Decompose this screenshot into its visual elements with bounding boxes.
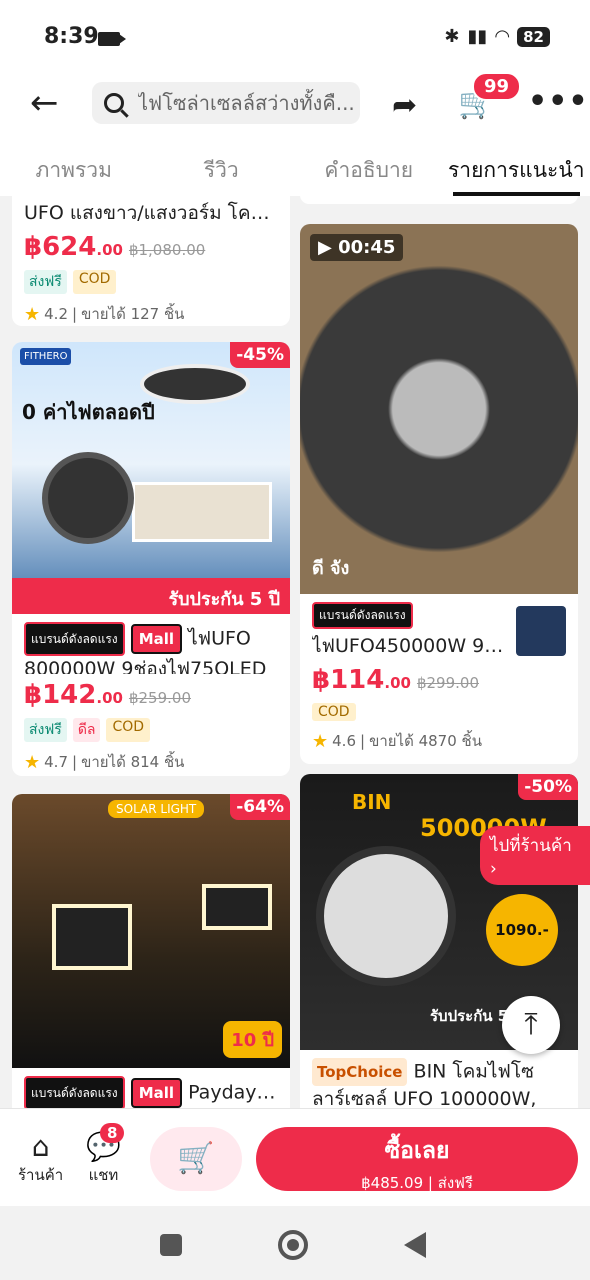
- cod-badge: COD: [312, 703, 356, 721]
- product-video[interactable]: ▶ 00:45 ดี จัง: [300, 224, 578, 594]
- warranty-badge: 10 ปี: [223, 1021, 282, 1058]
- product-title: TopChoice BIN โคมไฟโซลาร์เซลล์ UFO 10000…: [312, 1058, 566, 1108]
- deal-badge: ดีล: [72, 718, 101, 742]
- wifi-icon: ◠: [495, 26, 510, 47]
- product-card[interactable]: FITHERO 0 ค่าไฟตลอดปี รับประกัน 5 ปี -45…: [12, 342, 290, 776]
- product-card[interactable]: SOLAR LIGHT 10 ปี -64% แบรนด์ดังลดแรง Ma…: [12, 794, 290, 1108]
- tab-recommended[interactable]: รายการแนะนำ: [443, 138, 590, 196]
- product-image: FITHERO 0 ค่าไฟตลอดปี รับประกัน 5 ปี -45…: [12, 342, 290, 614]
- product-rating: ★ 4.7 | ขายได้ 814 ชิ้น: [24, 751, 185, 773]
- product-old-price: ฿1,080.00: [128, 241, 206, 259]
- lamp-shape: [202, 884, 272, 930]
- promo-text: 0 ค่าไฟตลอดปี: [22, 400, 155, 424]
- brand-text: BIN: [352, 790, 392, 814]
- solar-light-label: SOLAR LIGHT: [108, 800, 205, 818]
- lamp-shape: [52, 904, 132, 970]
- star-icon: ★: [24, 751, 41, 773]
- product-title: ไฟUFO450000W 9ช่...: [312, 635, 512, 657]
- star-icon: ★: [312, 730, 329, 752]
- discount-badge: -45%: [230, 342, 290, 368]
- cart-plus-icon: 🛒: [177, 1141, 215, 1176]
- chat-badge: 8: [100, 1123, 125, 1143]
- product-card[interactable]: ▶ 00:45 ดี จัง แบรนด์ดังลดแรง ไฟUFO45000…: [300, 224, 578, 764]
- cod-badge: COD: [106, 718, 151, 742]
- tab-bar: ภาพรวม รีวิว คำอธิบาย รายการแนะนำ: [0, 138, 590, 196]
- product-old-price: ฿299.00: [416, 674, 479, 692]
- product-price: ฿114.00: [312, 665, 411, 695]
- product-card[interactable]: BIN 500000W 1090.- รับประกัน 5 ปี -50% T…: [300, 774, 578, 1108]
- free-shipping-badge: ส่งฟรี: [24, 270, 67, 294]
- chat-label: แชท: [88, 1166, 119, 1184]
- search-input[interactable]: ไฟโซล่าเซลล์สว่างทั้งคื...: [92, 82, 360, 124]
- buy-now-button[interactable]: ซื้อเลย ฿485.09 | ส่งฟรี: [256, 1127, 578, 1192]
- lamp-shape: [140, 364, 250, 404]
- top-choice-tag: TopChoice: [312, 1058, 408, 1086]
- battery-icon: 82: [517, 26, 550, 47]
- product-title: แบรนด์ดังลดแรง Mall ไฟUFO 800000W 9ช่องไ…: [24, 622, 278, 674]
- lamp-shape: [42, 452, 134, 544]
- brand-sale-tag: แบรนด์ดังลดแรง: [24, 1076, 125, 1108]
- product-price: ฿142.00: [24, 680, 123, 710]
- signal-icon: ▮▮: [467, 26, 488, 47]
- warranty-banner: รับประกัน 5 ปี: [12, 578, 290, 614]
- discount-badge: -50%: [518, 774, 578, 800]
- product-image: SOLAR LIGHT 10 ปี -64%: [12, 794, 290, 1068]
- top-header: ← ไฟโซล่าเซลล์สว่างทั้งคื... ➦ 🛒 99 •••: [0, 72, 590, 138]
- product-thumbnail[interactable]: [516, 606, 566, 656]
- brand-sale-tag: แบรนด์ดังลดแรง: [312, 602, 413, 629]
- search-icon: [104, 93, 124, 113]
- status-time: 8:39: [44, 24, 99, 49]
- status-icons: ✱ ▮▮ ◠ 82: [444, 26, 550, 47]
- shop-label: ร้านค้า: [18, 1166, 64, 1184]
- cart-count-badge: 99: [472, 72, 522, 101]
- bottom-action-bar: ⌂ ร้านค้า 💬 แชท 8 🛒 ซื้อเลย ฿485.09 | ส่…: [0, 1108, 590, 1206]
- add-to-cart-button[interactable]: 🛒: [150, 1127, 242, 1191]
- product-price: ฿624.00: [24, 232, 123, 262]
- recent-apps-icon[interactable]: [160, 1234, 182, 1256]
- product-title: UFO แสงขาว/แสงวอร์ม โคมไ...: [24, 202, 278, 224]
- product-old-price: ฿259.00: [128, 689, 191, 707]
- status-bar: 8:39 ✱ ▮▮ ◠ 82: [0, 0, 590, 76]
- tab-overview[interactable]: ภาพรวม: [0, 138, 148, 196]
- house-shape: [132, 482, 272, 542]
- product-card[interactable]: UFO แสงขาว/แสงวอร์ม โคมไ... ฿624.00 ฿1,0…: [12, 196, 290, 326]
- video-duration: ▶ 00:45: [310, 234, 404, 261]
- store-icon: ⌂: [31, 1130, 50, 1163]
- product-feed[interactable]: UFO แสงขาว/แสงวอร์ม โคมไ... ฿624.00 ฿1,0…: [0, 196, 590, 1108]
- buy-now-label: ซื้อเลย: [384, 1138, 450, 1164]
- mall-tag: Mall: [130, 624, 183, 654]
- home-icon[interactable]: [278, 1230, 308, 1260]
- bluetooth-icon: ✱: [444, 26, 460, 47]
- more-options-icon[interactable]: •••: [528, 84, 589, 119]
- scroll-to-top-button[interactable]: ⤒: [502, 996, 560, 1054]
- product-title: แบรนด์ดังลดแรง Mall Payday【รับ: [24, 1076, 278, 1108]
- buy-now-price: ฿485.09 | ส่งฟรี: [361, 1174, 473, 1192]
- discount-badge: -64%: [230, 794, 290, 820]
- go-to-shop-button[interactable]: ไปที่ร้านค้า ›: [480, 826, 590, 885]
- star-icon: ★: [24, 303, 41, 325]
- system-back-icon[interactable]: [404, 1232, 426, 1258]
- product-card-partial[interactable]: [300, 196, 578, 204]
- shop-button[interactable]: ⌂ ร้านค้า: [18, 1131, 63, 1187]
- cod-badge: COD: [72, 270, 117, 294]
- back-arrow-icon[interactable]: ←: [30, 86, 59, 120]
- tab-description[interactable]: คำอธิบาย: [295, 138, 443, 196]
- brand-logo: FITHERO: [20, 348, 72, 365]
- camera-icon: [98, 32, 126, 46]
- free-shipping-badge: ส่งฟรี: [24, 718, 67, 742]
- product-rating: ★ 4.6 | ขายได้ 4870 ชิ้น: [312, 730, 482, 752]
- product-rating: ★ 4.2 | ขายได้ 127 ชิ้น: [24, 303, 185, 325]
- mall-tag: Mall: [130, 1078, 183, 1108]
- share-icon[interactable]: ➦: [392, 88, 417, 123]
- system-nav-bar: [0, 1206, 590, 1280]
- video-caption: ดี จัง: [312, 558, 350, 579]
- search-placeholder: ไฟโซล่าเซลล์สว่างทั้งคื...: [138, 91, 355, 115]
- lamp-shape: [316, 846, 456, 986]
- brand-sale-tag: แบรนด์ดังลดแรง: [24, 622, 125, 656]
- tab-reviews[interactable]: รีวิว: [148, 138, 296, 196]
- price-seal: 1090.-: [486, 894, 558, 966]
